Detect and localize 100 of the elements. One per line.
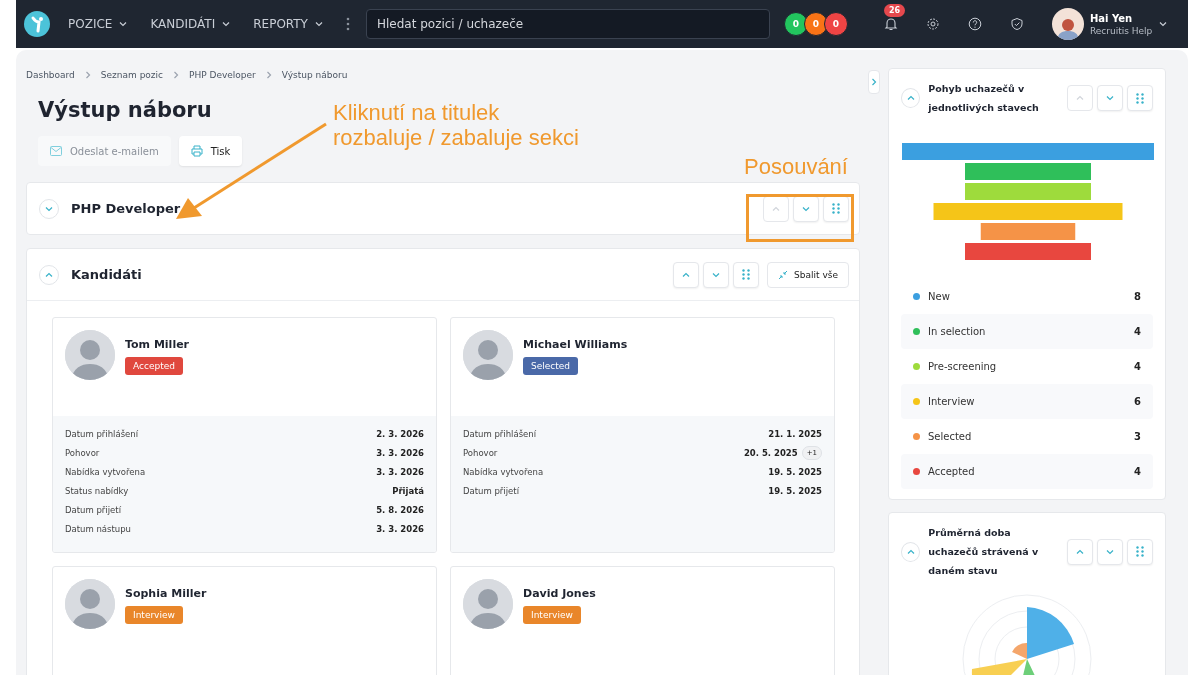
drag-button[interactable] (1127, 85, 1153, 111)
nav-menu[interactable]: POZICE (68, 17, 129, 31)
widget-title: Pohyb uchazečů v jednotlivých stavech (928, 82, 1040, 115)
logo-icon[interactable] (24, 11, 50, 37)
legend-label: In selection (928, 326, 986, 337)
field-label: Status nabídky (65, 485, 129, 496)
print-button[interactable]: Tisk (178, 136, 243, 166)
printer-icon (190, 145, 203, 157)
expand-button[interactable] (868, 70, 880, 94)
mail-icon (50, 146, 62, 156)
field-value: 19. 5. 2025 (768, 485, 822, 496)
page-title: Výstup náboru (38, 98, 212, 122)
field-label: Pohovor (65, 447, 100, 458)
move-down-button[interactable] (703, 261, 730, 288)
settings-icon[interactable] (925, 17, 940, 31)
chevron-down-icon (221, 19, 232, 29)
status-badge: Interview (523, 606, 581, 624)
candidate-card[interactable]: Sophia Miller Interview (52, 566, 437, 675)
annotation-text: rozbaluje / zabaluje sekci (333, 125, 579, 150)
nav-menu[interactable]: KANDIDÁTI (150, 17, 232, 31)
field-value: Přijatá (392, 485, 424, 496)
field-label: Datum přijetí (463, 485, 519, 496)
field-value: 5. 8. 2026 (376, 504, 424, 515)
chevron-up-icon (1075, 93, 1085, 103)
legend-count: 6 (1134, 396, 1141, 407)
field-label: Pohovor (463, 447, 498, 458)
nav-menu[interactable]: REPORTY (253, 17, 324, 31)
breadcrumb-link[interactable]: Výstup náboru (281, 70, 348, 80)
help-icon[interactable] (967, 17, 982, 31)
chevron-down-icon (1158, 19, 1169, 29)
field-value: 19. 5. 2025 (768, 466, 822, 477)
legend-count: 8 (1134, 291, 1141, 302)
toggle-button[interactable] (901, 88, 921, 108)
shield-icon[interactable] (1009, 17, 1024, 31)
drag-handle-icon (1136, 546, 1144, 557)
candidate-name: Sophia Miller (125, 587, 207, 600)
chevron-right-icon (869, 77, 879, 87)
chevron-up-icon (905, 93, 916, 103)
field-label: Nabídka vytvořena (65, 466, 146, 477)
chevron-down-icon (313, 19, 324, 29)
legend-label: Selected (928, 431, 972, 442)
bell-icon[interactable] (883, 17, 898, 31)
annotation-text: Posouvání (744, 154, 848, 179)
move-down-button[interactable] (793, 195, 819, 222)
drag-handle-icon (832, 203, 840, 214)
widget-title: Průměrná doba uchazečů strávená v daném stavu (928, 526, 1040, 578)
field-label: Datum přihlášení (65, 428, 139, 439)
legend-label: New (928, 291, 950, 302)
drag-handle-icon (742, 269, 751, 280)
field-label: Nabídka vytvořena (463, 466, 544, 477)
status-badge: Interview (125, 606, 183, 624)
legend-label: Pre-screening (928, 361, 997, 372)
move-down-button[interactable] (1097, 538, 1123, 565)
legend-count: 4 (1134, 326, 1141, 337)
drag-button[interactable] (733, 261, 760, 288)
legend-label: Interview (928, 396, 975, 407)
move-up-button[interactable] (1067, 538, 1093, 565)
search-field[interactable]: Hledat pozici / uchazeče (365, 9, 770, 39)
breadcrumb-link[interactable]: Seznam pozic (100, 70, 164, 80)
candidate-card[interactable]: David Jones Interview (450, 566, 835, 675)
move-up-button[interactable] (673, 261, 700, 288)
avatar-icon (65, 579, 115, 629)
legend-label: Accepted (928, 466, 975, 477)
breadcrumb-link[interactable]: Dashboard (26, 70, 75, 80)
legend-count: 4 (1134, 466, 1141, 477)
collapse-all-button[interactable]: Sbalit vše (767, 261, 849, 288)
drag-button[interactable] (1127, 538, 1153, 565)
collapse-icon (778, 269, 789, 280)
breadcrumb-link[interactable]: PHP Developer (189, 70, 256, 80)
toggle-button[interactable] (39, 264, 59, 285)
chevron-down-icon (118, 19, 129, 29)
field-label: Datum přihlášení (463, 428, 537, 439)
user-name: Hai Yen (1089, 12, 1134, 24)
toggle-button[interactable] (901, 541, 921, 562)
field-value: 2. 3. 2026 (376, 428, 424, 439)
counter-badge[interactable]: 0 (823, 12, 848, 36)
move-down-button[interactable] (1097, 85, 1123, 111)
field-label: Datum nástupu (65, 523, 131, 534)
field-value: 20. 5. 2025 (743, 447, 798, 458)
drag-button[interactable] (823, 195, 849, 222)
user-subtitle: Recruitis Help (1089, 25, 1153, 36)
section-title[interactable]: PHP Developer (71, 201, 181, 216)
field-value: 3. 3. 2026 (376, 523, 424, 534)
notification-badge: 26 (883, 4, 906, 17)
more-icon[interactable] (345, 17, 350, 31)
legend-count: 4 (1134, 361, 1141, 372)
avatar-icon (463, 579, 513, 629)
avatar-icon (65, 330, 115, 380)
user-avatar[interactable] (1051, 8, 1084, 40)
candidate-card[interactable]: Tom Miller Accepted Datum přihlášení 2. 3. 2026 Pohovor 3. 3. 2026 Nabídka vytvořena 3. 3. 2026 Status nabídky Přijatá Datum přijetí 5. 8. 2026 Datum nástupu 3. 3. 2026 (52, 317, 437, 553)
chevron-down-icon (1105, 93, 1115, 103)
section-title[interactable]: Kandidáti (71, 267, 142, 282)
legend-count: 3 (1134, 431, 1141, 442)
toggle-button[interactable] (39, 198, 59, 219)
field-value: 21. 1. 2025 (768, 428, 822, 439)
candidate-name: Michael Williams (523, 338, 628, 351)
avatar-icon (463, 330, 513, 380)
drag-handle-icon (1136, 92, 1144, 104)
field-value: 3. 3. 2026 (376, 466, 424, 477)
field-label: Datum přijetí (65, 504, 121, 515)
